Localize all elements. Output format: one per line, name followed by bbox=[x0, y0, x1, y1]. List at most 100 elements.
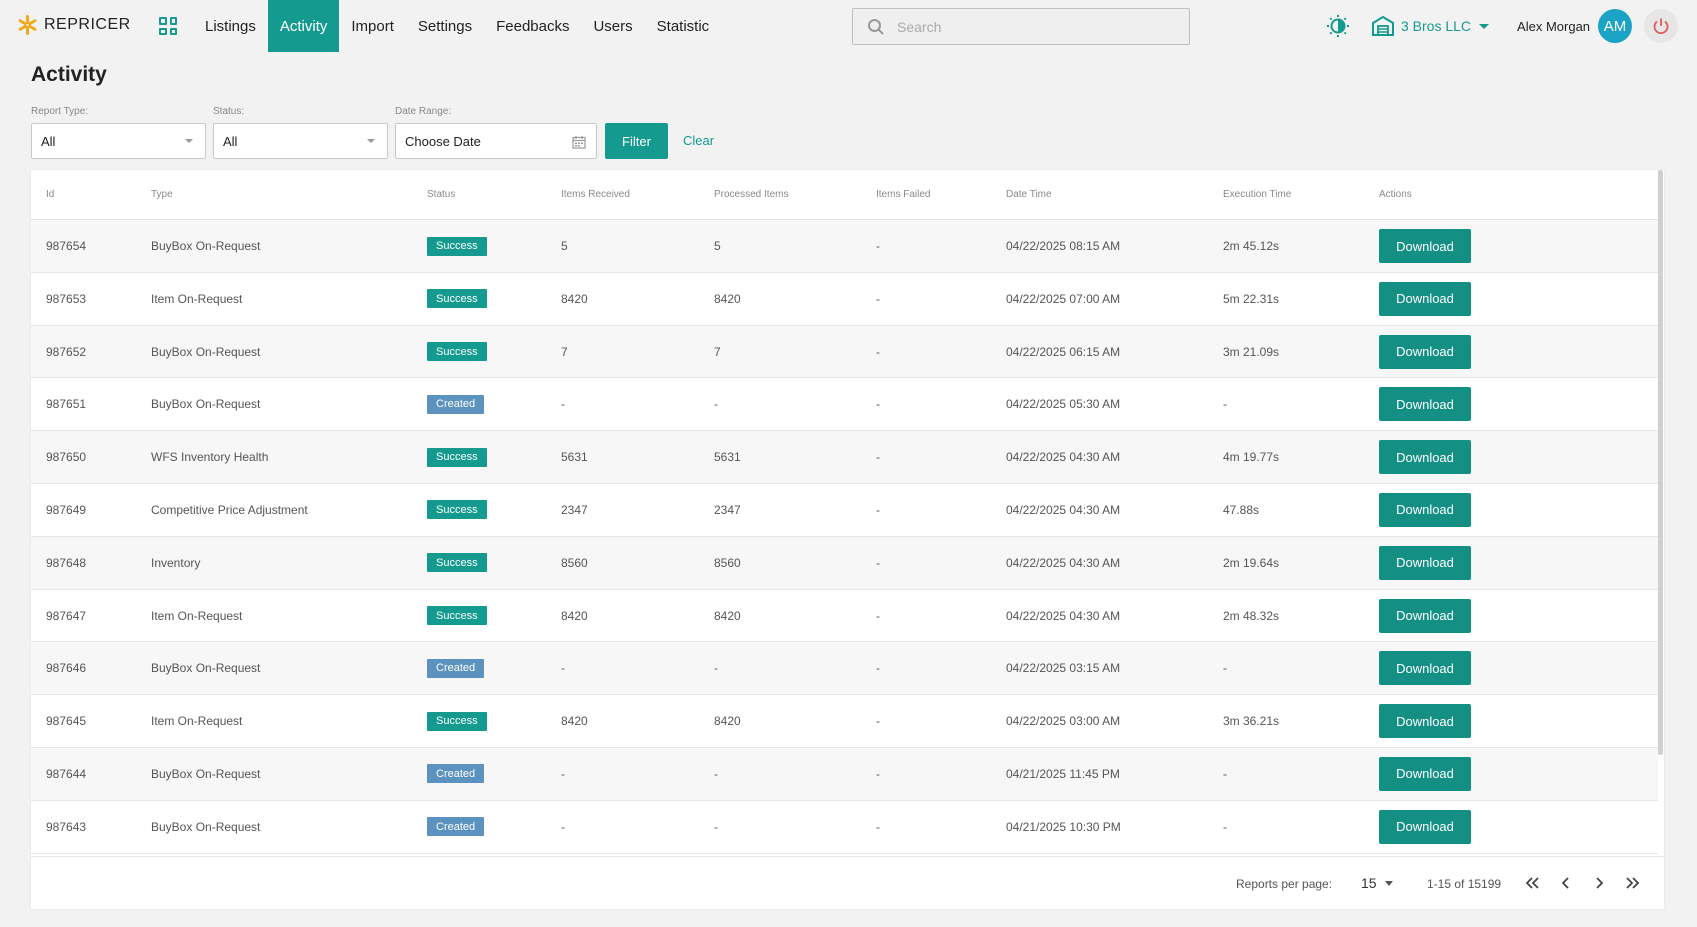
cell-execution-time: 3m 36.21s bbox=[1223, 714, 1280, 729]
download-button[interactable]: Download bbox=[1379, 440, 1471, 475]
status-value: All bbox=[223, 133, 238, 149]
cell-status: Created bbox=[427, 378, 485, 430]
cell-date-time: 04/22/2025 04:30 AM bbox=[1006, 502, 1121, 517]
status-select[interactable]: All bbox=[213, 123, 388, 159]
app-name: REPRICER bbox=[44, 16, 131, 33]
cell-date-time: 04/22/2025 03:15 AM bbox=[1006, 661, 1121, 676]
clear-filters-link[interactable]: Clear bbox=[683, 133, 714, 148]
cell-actions: Download bbox=[1379, 801, 1471, 853]
nav-item-feedbacks[interactable]: Feedbacks bbox=[484, 0, 581, 52]
status-badge: Success bbox=[427, 711, 487, 731]
company-switcher[interactable]: 3 Bros LLC bbox=[1372, 16, 1490, 36]
cell-id: 987646 bbox=[46, 661, 87, 676]
nav-item-statistic[interactable]: Statistic bbox=[645, 0, 722, 52]
cell-actions: Download bbox=[1379, 273, 1471, 325]
last-page-button[interactable] bbox=[1621, 872, 1643, 894]
download-button[interactable]: Download bbox=[1379, 334, 1471, 369]
cell-execution-time: - bbox=[1223, 661, 1227, 676]
prev-page-button[interactable] bbox=[1555, 872, 1577, 894]
download-button[interactable]: Download bbox=[1379, 229, 1471, 263]
cell-items-failed: - bbox=[876, 397, 880, 412]
status-badge: Success bbox=[427, 447, 487, 467]
cell-type: Inventory bbox=[151, 555, 201, 570]
download-button[interactable]: Download bbox=[1379, 545, 1471, 580]
top-navbar: REPRICER Listings Activity Import Settings F… bbox=[0, 0, 1697, 52]
cell-items-received: 8420 bbox=[561, 608, 588, 623]
theme-toggle-icon[interactable] bbox=[1326, 14, 1350, 38]
cell-items-received: 7 bbox=[561, 344, 568, 359]
cell-items-failed: - bbox=[876, 502, 880, 517]
status-badge: Created bbox=[427, 764, 485, 784]
cell-items-failed: - bbox=[876, 291, 880, 306]
company-name: 3 Bros LLC bbox=[1401, 18, 1472, 34]
cell-execution-time: - bbox=[1223, 397, 1227, 412]
cell-actions: Download bbox=[1379, 748, 1471, 800]
nav-item-activity[interactable]: Activity bbox=[267, 0, 340, 52]
cell-status: Created bbox=[427, 642, 485, 694]
cell-execution-time: 2m 19.64s bbox=[1223, 555, 1280, 570]
cell-date-time: 04/22/2025 08:15 AM bbox=[1006, 239, 1121, 253]
filter-button[interactable]: Filter bbox=[605, 123, 668, 159]
cell-status: Success bbox=[427, 537, 487, 589]
cell-type: BuyBox On-Request bbox=[151, 819, 261, 834]
table-row: 987645 Item On-Request Success 8420 8420 - 04/… bbox=[31, 695, 1658, 748]
cell-status: Success bbox=[427, 590, 487, 642]
cell-type: BuyBox On-Request bbox=[151, 766, 261, 781]
cell-status: Success bbox=[427, 484, 487, 536]
status-badge: Success bbox=[427, 289, 487, 309]
nav-item-listings[interactable]: Listings bbox=[193, 0, 268, 52]
nav-item-import[interactable]: Import bbox=[339, 0, 406, 52]
cell-type: BuyBox On-Request bbox=[151, 344, 261, 359]
cell-processed-items: 2347 bbox=[714, 502, 741, 517]
nav-item-users[interactable]: Users bbox=[581, 0, 644, 52]
cell-items-received: 5 bbox=[561, 239, 568, 253]
avatar[interactable]: AM bbox=[1598, 9, 1633, 43]
date-range-picker[interactable]: Choose Date bbox=[395, 123, 597, 159]
cell-date-time: 04/22/2025 04:30 AM bbox=[1006, 450, 1121, 465]
table-row: 987650 WFS Inventory Health Success 5631 563… bbox=[31, 431, 1658, 484]
cell-items-failed: - bbox=[876, 344, 880, 359]
logout-button[interactable] bbox=[1644, 9, 1679, 43]
search-icon bbox=[868, 18, 884, 35]
status-badge: Success bbox=[427, 236, 487, 256]
nav-item-settings[interactable]: Settings bbox=[406, 0, 484, 52]
cell-processed-items: 8420 bbox=[714, 608, 741, 623]
download-button[interactable]: Download bbox=[1379, 281, 1471, 316]
cell-processed-items: 5 bbox=[714, 239, 721, 253]
cell-date-time: 04/22/2025 04:30 AM bbox=[1006, 608, 1121, 623]
cell-actions: Download bbox=[1379, 590, 1471, 642]
app-logo[interactable]: REPRICER bbox=[16, 14, 131, 36]
cell-id: 987645 bbox=[46, 714, 87, 729]
cell-items-received: - bbox=[561, 397, 565, 412]
user-name: Alex Morgan bbox=[1517, 18, 1591, 34]
chevron-down-icon bbox=[1384, 880, 1393, 886]
cell-type: Competitive Price Adjustment bbox=[151, 502, 308, 517]
cell-actions: Download bbox=[1379, 484, 1471, 536]
download-button[interactable]: Download bbox=[1379, 492, 1471, 527]
cell-items-received: - bbox=[561, 819, 565, 834]
per-page-select[interactable]: 15 bbox=[1361, 875, 1393, 891]
download-button[interactable]: Download bbox=[1379, 651, 1471, 686]
table-row: 987653 Item On-Request Success 8420 8420 - 04/… bbox=[31, 273, 1658, 326]
download-button[interactable]: Download bbox=[1379, 756, 1471, 791]
table-row: 987652 BuyBox On-Request Success 7 7 - 04/22/2… bbox=[31, 325, 1658, 379]
download-button[interactable]: Download bbox=[1379, 809, 1471, 844]
report-type-select[interactable]: All bbox=[31, 123, 206, 159]
apps-grid-icon[interactable] bbox=[159, 17, 177, 35]
cell-items-failed: - bbox=[876, 819, 880, 834]
last-page-icon bbox=[1626, 877, 1640, 889]
cell-status: Success bbox=[427, 326, 487, 378]
search-input[interactable] bbox=[897, 18, 1177, 35]
next-page-button[interactable] bbox=[1588, 872, 1610, 894]
cell-processed-items: 5631 bbox=[714, 450, 741, 465]
table-scrollbar[interactable] bbox=[1658, 170, 1663, 755]
first-page-button[interactable] bbox=[1522, 872, 1544, 894]
download-button[interactable]: Download bbox=[1379, 387, 1471, 422]
prev-page-icon bbox=[1561, 877, 1569, 889]
cell-id: 987654 bbox=[46, 239, 87, 253]
search-box[interactable] bbox=[852, 8, 1190, 45]
column-header-processed-items: Processed Items bbox=[714, 189, 789, 200]
download-button[interactable]: Download bbox=[1379, 598, 1471, 633]
download-button[interactable]: Download bbox=[1379, 704, 1471, 739]
date-range-label: Date Range: bbox=[395, 106, 452, 117]
